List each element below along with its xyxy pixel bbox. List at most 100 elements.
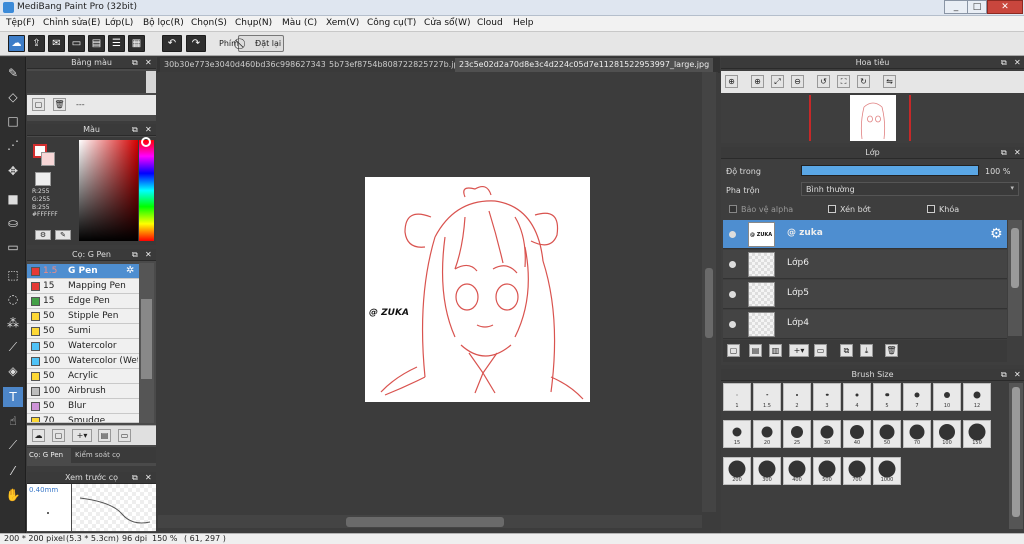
blend-mode-select[interactable]: Bình thường ▾ [801,182,1019,196]
divide-tool-icon[interactable]: ⟋ [3,435,23,455]
panel-float-icon[interactable]: ⧉ [1001,58,1007,68]
operation-tool-icon[interactable]: ☝ [3,411,23,431]
brush-size-cell[interactable]: 10 [933,383,961,411]
palette-scrollbar[interactable] [146,71,156,93]
brush-list-item[interactable]: 15 Edge Pen [27,294,139,309]
brush-list-item[interactable]: 70 Smudge [27,414,139,423]
brush-list-item[interactable]: 15 Mapping Pen [27,279,139,294]
new-halftone-layer-icon[interactable]: ▤ [749,344,762,357]
panel-close-icon[interactable]: ✕ [145,250,152,259]
brush-size-cell[interactable]: 200 [723,457,751,485]
menu-window[interactable]: Cửa sổ(W) [424,18,470,28]
canvas-hscroll-thumb[interactable] [346,517,504,527]
text-tool-icon[interactable]: T [3,387,23,407]
brush-list-item[interactable]: 100 Watercolor (Wet [27,354,139,369]
brush-size-scrollthumb[interactable] [1012,387,1020,517]
layer-list-scrollbar[interactable] [1008,220,1022,336]
brush-list-item[interactable]: 100 Airbrush [27,384,139,399]
brush-size-cell[interactable]: 1000 [873,457,901,485]
eye-icon[interactable] [729,231,736,238]
canvas-vscrollbar[interactable] [702,72,716,512]
menu-file[interactable]: Tệp(F) [6,18,35,28]
dot-tool-icon[interactable]: ⋰ [3,135,23,155]
minimize-button[interactable]: _ [944,0,968,14]
brush-list-scrollbar[interactable] [139,263,154,423]
transparent-color-swatch[interactable] [35,172,51,186]
magic-wand-tool-icon[interactable]: ⁂ [3,313,23,333]
brush-size-cell[interactable]: 300 [753,457,781,485]
tab-brush[interactable]: Cọ: G Pen [27,448,71,463]
menu-capture[interactable]: Chụp(N) [235,18,272,28]
panel-float-icon[interactable]: ⧉ [132,473,138,483]
move-tool-icon[interactable]: ✥ [3,161,23,181]
brush-properties-icon[interactable]: ▤ [98,429,111,442]
menu-layer[interactable]: Lớp(L) [105,18,133,28]
brush-size-cell[interactable]: 20 [753,420,781,448]
hue-slider[interactable] [139,140,154,241]
clipping-checkbox[interactable] [828,205,836,213]
brush-size-cell[interactable]: 7 [903,383,931,411]
panel-close-icon[interactable]: ✕ [145,58,152,67]
brush-list-item[interactable]: 50 Acrylic [27,369,139,384]
hand-tool-icon[interactable]: ✋ [3,485,23,505]
hue-slider-handle[interactable] [141,137,151,147]
panel-float-icon[interactable]: ⧉ [132,58,138,68]
document-tab-active[interactable]: 23c5e02d2a70d8e3c4d224c05d7e112815229539… [455,58,714,72]
brush-size-cell[interactable]: 4 [843,383,871,411]
close-button[interactable]: ✕ [987,0,1023,14]
list-icon[interactable]: ☰ [108,35,125,52]
select-eraser-tool-icon[interactable]: ◈ [3,361,23,381]
share-icon[interactable]: ⇪ [28,35,45,52]
menu-tools[interactable]: Công cụ(T) [367,18,416,28]
new-layer-icon[interactable]: ▢ [727,344,740,357]
gear-icon[interactable]: ✲ [126,265,134,276]
brush-list-item[interactable]: 50 Sumi [27,324,139,339]
document-tab[interactable]: 30b30e773e3040d460bd36c998627343.jpg [160,58,345,72]
cloud-icon[interactable]: ☁ [8,35,25,52]
saturation-value-picker[interactable] [79,140,138,241]
brush-list-item[interactable]: 50 Blur [27,399,139,414]
brush-size-cell[interactable]: 2 [783,383,811,411]
layer-row[interactable]: Lớp6 [723,250,1007,279]
brush-size-cell[interactable]: 25 [783,420,811,448]
new-brush-icon[interactable]: ▢ [52,429,65,442]
fit-icon[interactable]: ⤢ [771,75,784,88]
merge-down-icon[interactable]: ⤓ [860,344,873,357]
eyedropper-tool-icon[interactable]: ⁄ [3,461,23,481]
lock-checkbox[interactable] [927,205,935,213]
opacity-slider[interactable] [801,165,979,176]
menu-select[interactable]: Chọn(S) [191,18,227,28]
zoom-in-alt-icon[interactable]: ⊕ [751,75,764,88]
artwork-canvas[interactable]: @ ZUKA [365,177,590,402]
layer-row[interactable]: @ ZUKA @ zuka ⚙ [723,220,1007,249]
brush-folder-icon[interactable]: ▭ [118,429,131,442]
panel-float-icon[interactable]: ⧉ [132,125,138,135]
canvas-hscrollbar[interactable] [158,515,702,528]
layer-list-scrollthumb[interactable] [1011,228,1019,288]
brush-size-cell[interactable]: 5 [873,383,901,411]
menu-color[interactable]: Màu (C) [282,18,317,28]
flip-icon[interactable]: ⇋ [883,75,896,88]
lasso-tool-icon[interactable]: ◌ [3,289,23,309]
shape-tool-icon[interactable]: □ [3,111,23,131]
delete-layer-icon[interactable]: 🗑 [885,344,898,357]
eraser-tool-icon[interactable]: ◇ [3,87,23,107]
grid-icon[interactable]: ▦ [128,35,145,52]
rotate-right-icon[interactable]: ↻ [857,75,870,88]
duplicate-layer-icon[interactable]: ⧉ [840,344,853,357]
menu-filter[interactable]: Bộ lọc(R) [143,18,184,28]
tab-brush-control[interactable]: Kiểm soát cọ [73,448,133,463]
brush-size-cell[interactable]: 100 [933,420,961,448]
brush-size-cell[interactable]: 12 [963,383,991,411]
select-pen-tool-icon[interactable]: ⟋ [3,337,23,357]
actual-size-icon[interactable]: ⛶ [837,75,850,88]
brush-size-cell[interactable]: 1 [723,383,751,411]
canvas-vscroll-thumb[interactable] [705,268,713,338]
menu-view[interactable]: Xem(V) [326,18,359,28]
gear-icon[interactable]: ⚙ [990,226,1003,242]
menu-cloud[interactable]: Cloud [477,18,503,28]
bucket-tool-icon[interactable]: ⛀ [3,213,23,233]
brush-cloud-icon[interactable]: ☁ [32,429,45,442]
delete-palette-icon[interactable]: 🗑 [53,98,66,111]
brush-size-cell[interactable]: 500 [813,457,841,485]
